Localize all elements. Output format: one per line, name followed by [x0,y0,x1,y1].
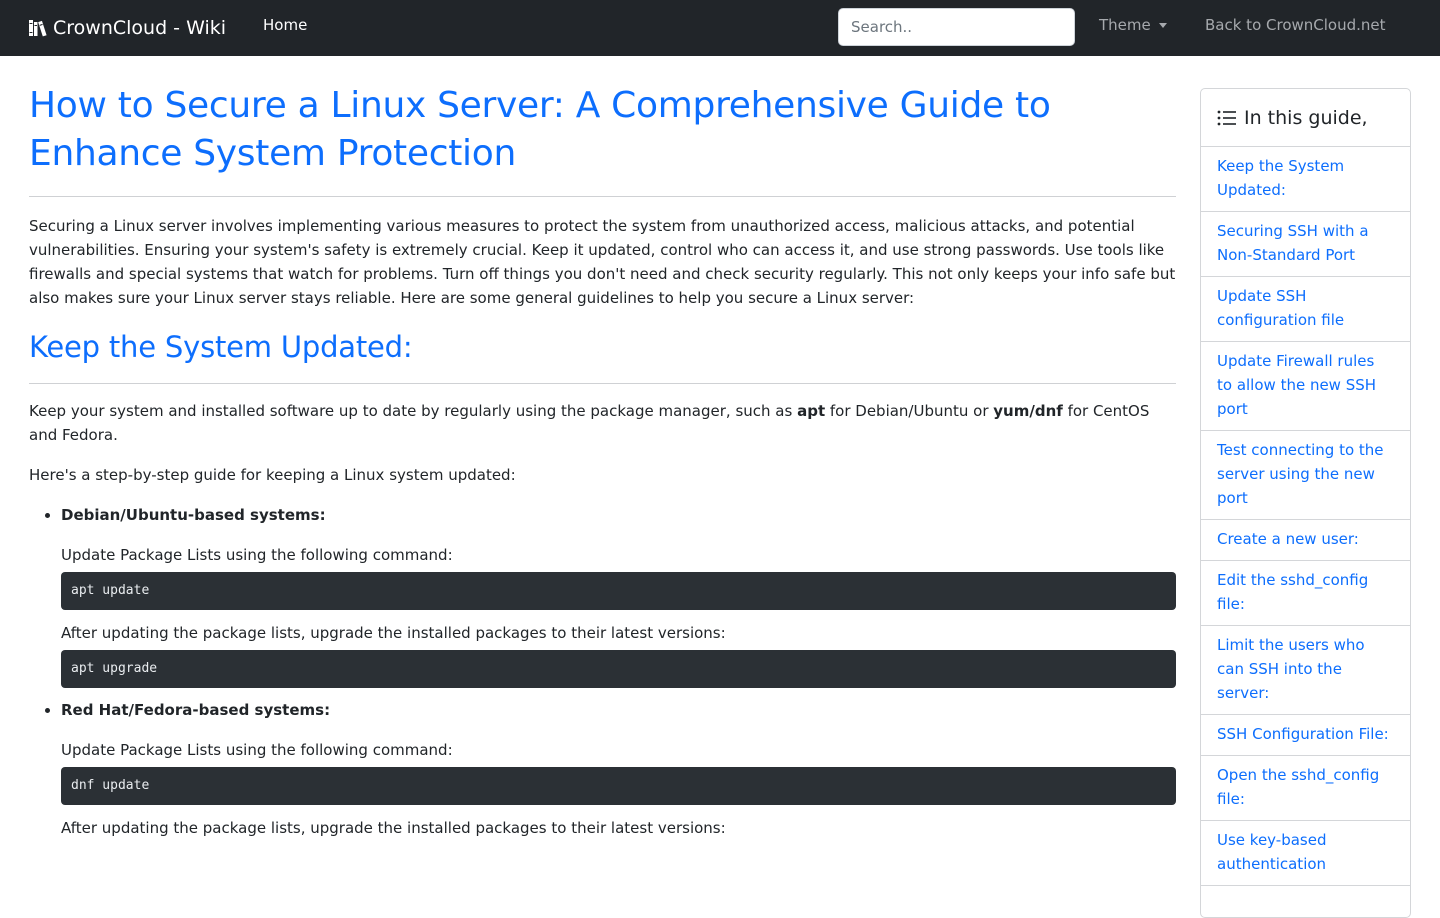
page-title: How to Secure a Linux Server: A Comprehe… [29,85,1051,174]
nav-home-link[interactable]: Home [263,16,307,34]
toc-link[interactable]: Open the sshd_config file: [1201,756,1410,821]
list-item-debian: Debian/Ubuntu-based systems: Update Pack… [61,503,1176,688]
intro-paragraph: Securing a Linux server involves impleme… [29,217,1176,307]
text: Keep your system and installed software … [29,402,798,420]
toc-link[interactable]: SSH Configuration File: [1201,715,1410,756]
table-of-contents: In this guide, Keep the System Updated: … [1200,88,1411,918]
system-name: Debian/Ubuntu-based systems: [61,506,326,524]
step-text: Update Package Lists using the following… [61,741,453,759]
step-text: After updating the package lists, upgrad… [61,819,726,837]
yum-dnf-keyword: yum/dnf [993,402,1063,420]
toc-header: In this guide, [1201,89,1410,147]
toc-link[interactable]: Update Firewall rules to allow the new S… [1201,342,1410,431]
toc-link[interactable]: Test connecting to the server using the … [1201,431,1410,520]
theme-label: Theme [1099,16,1151,34]
toc-link[interactable]: Edit the sshd_config file: [1201,561,1410,626]
step-text: Update Package Lists using the following… [61,546,453,564]
toc-link[interactable]: Create a new user: [1201,520,1410,561]
guide-intro: Here's a step-by-step guide for keeping … [29,466,516,484]
systems-list: Debian/Ubuntu-based systems: Update Pack… [29,503,1176,840]
toc-link[interactable]: Keep the System Updated: [1201,147,1410,212]
update-paragraph: Keep your system and installed software … [29,399,1176,447]
toc-title: In this guide, [1244,106,1368,129]
caret-down-icon [1158,22,1167,28]
divider [29,196,1176,197]
article: How to Secure a Linux Server: A Comprehe… [29,82,1176,845]
back-to-crowncloud-link[interactable]: Back to CrownCloud.net [1205,16,1386,34]
brand-link[interactable]: CrownCloud - Wiki [28,13,226,43]
code-block[interactable]: dnf update [61,767,1176,805]
divider [29,383,1176,384]
code-block[interactable]: apt upgrade [61,650,1176,688]
toc-link[interactable]: Securing SSH with a Non-Standard Port [1201,212,1410,277]
step-text: After updating the package lists, upgrad… [61,624,726,642]
toc-link[interactable]: Update SSH configuration file [1201,277,1410,342]
system-name: Red Hat/Fedora-based systems: [61,701,331,719]
code-block[interactable]: apt update [61,572,1176,610]
books-icon [29,20,47,37]
list-item-redhat: Red Hat/Fedora-based systems: Update Pac… [61,698,1176,840]
top-navbar: CrownCloud - Wiki Home Theme Back to Cro… [0,0,1440,56]
toc-link[interactable]: Use key-based authentication [1201,821,1410,886]
list-icon [1217,110,1236,125]
text: for Debian/Ubuntu or [825,402,994,420]
section-heading-keep-updated: Keep the System Updated: [29,330,413,364]
apt-keyword: apt [797,402,826,420]
search-input[interactable] [838,8,1075,46]
brand-text: CrownCloud - Wiki [53,17,227,39]
theme-dropdown[interactable]: Theme [1099,16,1167,34]
toc-link[interactable]: Limit the users who can SSH into the ser… [1201,626,1410,715]
